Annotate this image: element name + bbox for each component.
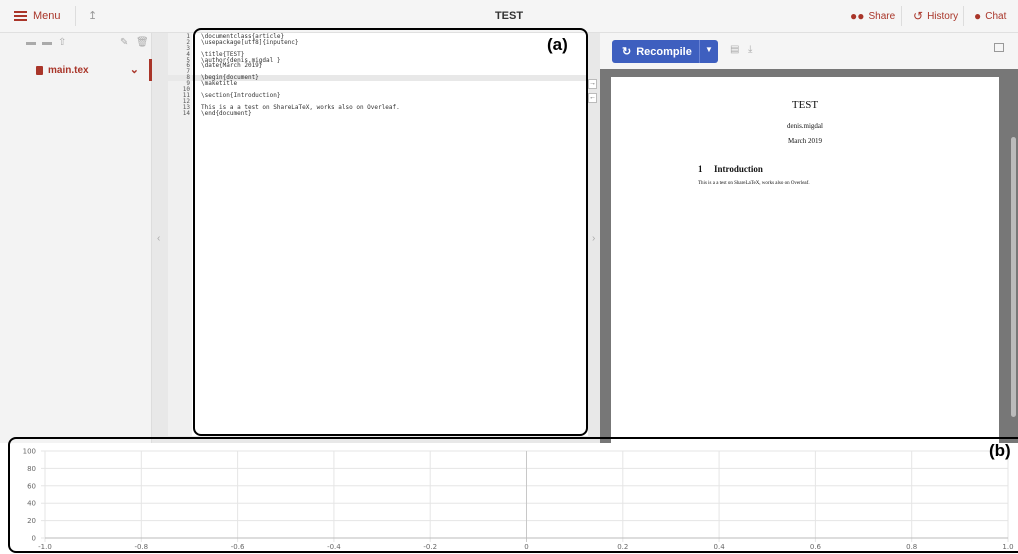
- x-tick-label: -0.4: [327, 543, 341, 551]
- pdf-title: TEST: [791, 99, 819, 111]
- share-label: Share: [868, 10, 896, 22]
- new-folder-icon[interactable]: ▬: [42, 37, 52, 48]
- pdf-author: denis.migdal: [787, 122, 823, 130]
- x-tick-label: 0.8: [906, 543, 917, 551]
- x-tick-label: -0.6: [231, 543, 245, 551]
- menu-label: Menu: [33, 10, 61, 22]
- pdf-body-text: This is a a test on ShareLaTeX, works al…: [698, 181, 810, 186]
- pdf-scrollbar[interactable]: [1011, 137, 1016, 417]
- pdf-date: March 2019: [787, 137, 823, 145]
- empty-line-chart: 0 20 40 60 80 100 -1.0 -0.8 -0.6 -0.4 -0.2 0 0.2 0.4 0…: [23, 448, 1014, 552]
- upload-icon[interactable]: ⇧: [58, 37, 66, 48]
- annotation-label-b: (b): [989, 441, 1011, 460]
- x-tick-label: 1.0: [1002, 543, 1013, 551]
- pdf-page: TEST denis.migdal March 2019 1 Introduct…: [611, 77, 999, 443]
- x-tick-label: -1.0: [38, 543, 52, 551]
- file-item-main-tex[interactable]: main.tex ⌄: [0, 59, 152, 81]
- x-tick-label: 0: [524, 543, 528, 551]
- y-tick-label: 60: [27, 482, 36, 490]
- y-tick-label: 40: [27, 500, 36, 508]
- new-file-icon[interactable]: ▬: [26, 37, 36, 48]
- y-tick-label: 20: [27, 517, 36, 525]
- history-icon: ↺: [913, 9, 924, 23]
- file-tree-splitter[interactable]: ‹: [152, 33, 168, 443]
- share-button[interactable]: ●● Share: [850, 9, 895, 23]
- delete-trash-icon[interactable]: 🗑: [136, 37, 149, 48]
- maximize-icon[interactable]: [994, 43, 1004, 52]
- line-code: \end{document}: [201, 109, 252, 117]
- pdf-viewer[interactable]: TEST denis.migdal March 2019 1 Introduct…: [600, 69, 1018, 443]
- chat-button[interactable]: ● Chat: [974, 9, 1006, 23]
- recompile-button[interactable]: ↻ Recompile ▼: [612, 40, 718, 63]
- sync-to-code-arrow-icon[interactable]: ←: [588, 93, 597, 103]
- code-editor[interactable]: 1 \documentclass{article} 2 \usepackage[utf…: [168, 33, 588, 443]
- pdf-section-title: Introduction: [714, 164, 763, 174]
- history-label: History: [927, 10, 959, 22]
- logs-icon[interactable]: ▤: [730, 44, 739, 55]
- editor-bottom-border: [152, 436, 588, 443]
- x-tick-label: -0.8: [134, 543, 148, 551]
- recompile-label: Recompile: [636, 45, 692, 58]
- pdf-toolbar: ↻ Recompile ▼ ▤ ⤓: [600, 33, 1018, 69]
- x-tick-label: 0.6: [810, 543, 822, 551]
- file-tree-toolbar: ▬ ▬ ⇧ ✎ 🗑: [0, 33, 152, 53]
- top-toolbar: Menu ↥ TEST ●● Share ↺ History ● Chat: [0, 0, 1018, 33]
- rename-pencil-icon[interactable]: ✎: [120, 37, 128, 48]
- toolbar-divider: [901, 6, 902, 26]
- editor-line[interactable]: 14 \end{document}: [168, 109, 588, 117]
- x-tick-label: 0.2: [617, 543, 628, 551]
- hamburger-icon: [14, 11, 27, 21]
- chevron-down-icon[interactable]: ⌄: [130, 63, 139, 76]
- chat-label: Chat: [985, 10, 1007, 22]
- history-button[interactable]: ↺ History: [913, 9, 958, 23]
- collapse-left-icon[interactable]: ‹: [157, 233, 160, 244]
- toolbar-divider: [75, 6, 76, 26]
- users-icon: ●●: [850, 9, 865, 23]
- y-tick-label: 80: [27, 465, 36, 473]
- y-tick-label: 100: [23, 448, 36, 456]
- line-number: 14: [182, 109, 190, 117]
- pdf-section-number: 1: [698, 164, 703, 174]
- caret-down-icon[interactable]: ▼: [705, 45, 713, 54]
- file-icon: [36, 65, 43, 75]
- back-to-projects-icon[interactable]: ↥: [88, 9, 97, 22]
- x-tick-label: -0.2: [423, 543, 437, 551]
- annotation-label-a: (a): [547, 35, 568, 54]
- y-tick-label: 0: [32, 535, 36, 543]
- file-name: main.tex: [48, 64, 89, 76]
- chat-bubble-icon: ●: [974, 9, 982, 23]
- x-tick-label: 0.4: [714, 543, 726, 551]
- menu-button[interactable]: Menu: [14, 10, 61, 22]
- download-pdf-icon[interactable]: ⤓: [748, 44, 752, 55]
- toolbar-divider: [963, 6, 964, 26]
- file-tree-panel: ▬ ▬ ⇧ ✎ 🗑 main.tex ⌄: [0, 33, 152, 443]
- refresh-icon: ↻: [622, 46, 632, 58]
- collapse-right-icon[interactable]: ›: [592, 233, 595, 244]
- editor-lines: 1 \documentclass{article} 2 \usepackage[utf…: [168, 33, 588, 116]
- sync-to-pdf-arrow-icon[interactable]: →: [588, 79, 597, 89]
